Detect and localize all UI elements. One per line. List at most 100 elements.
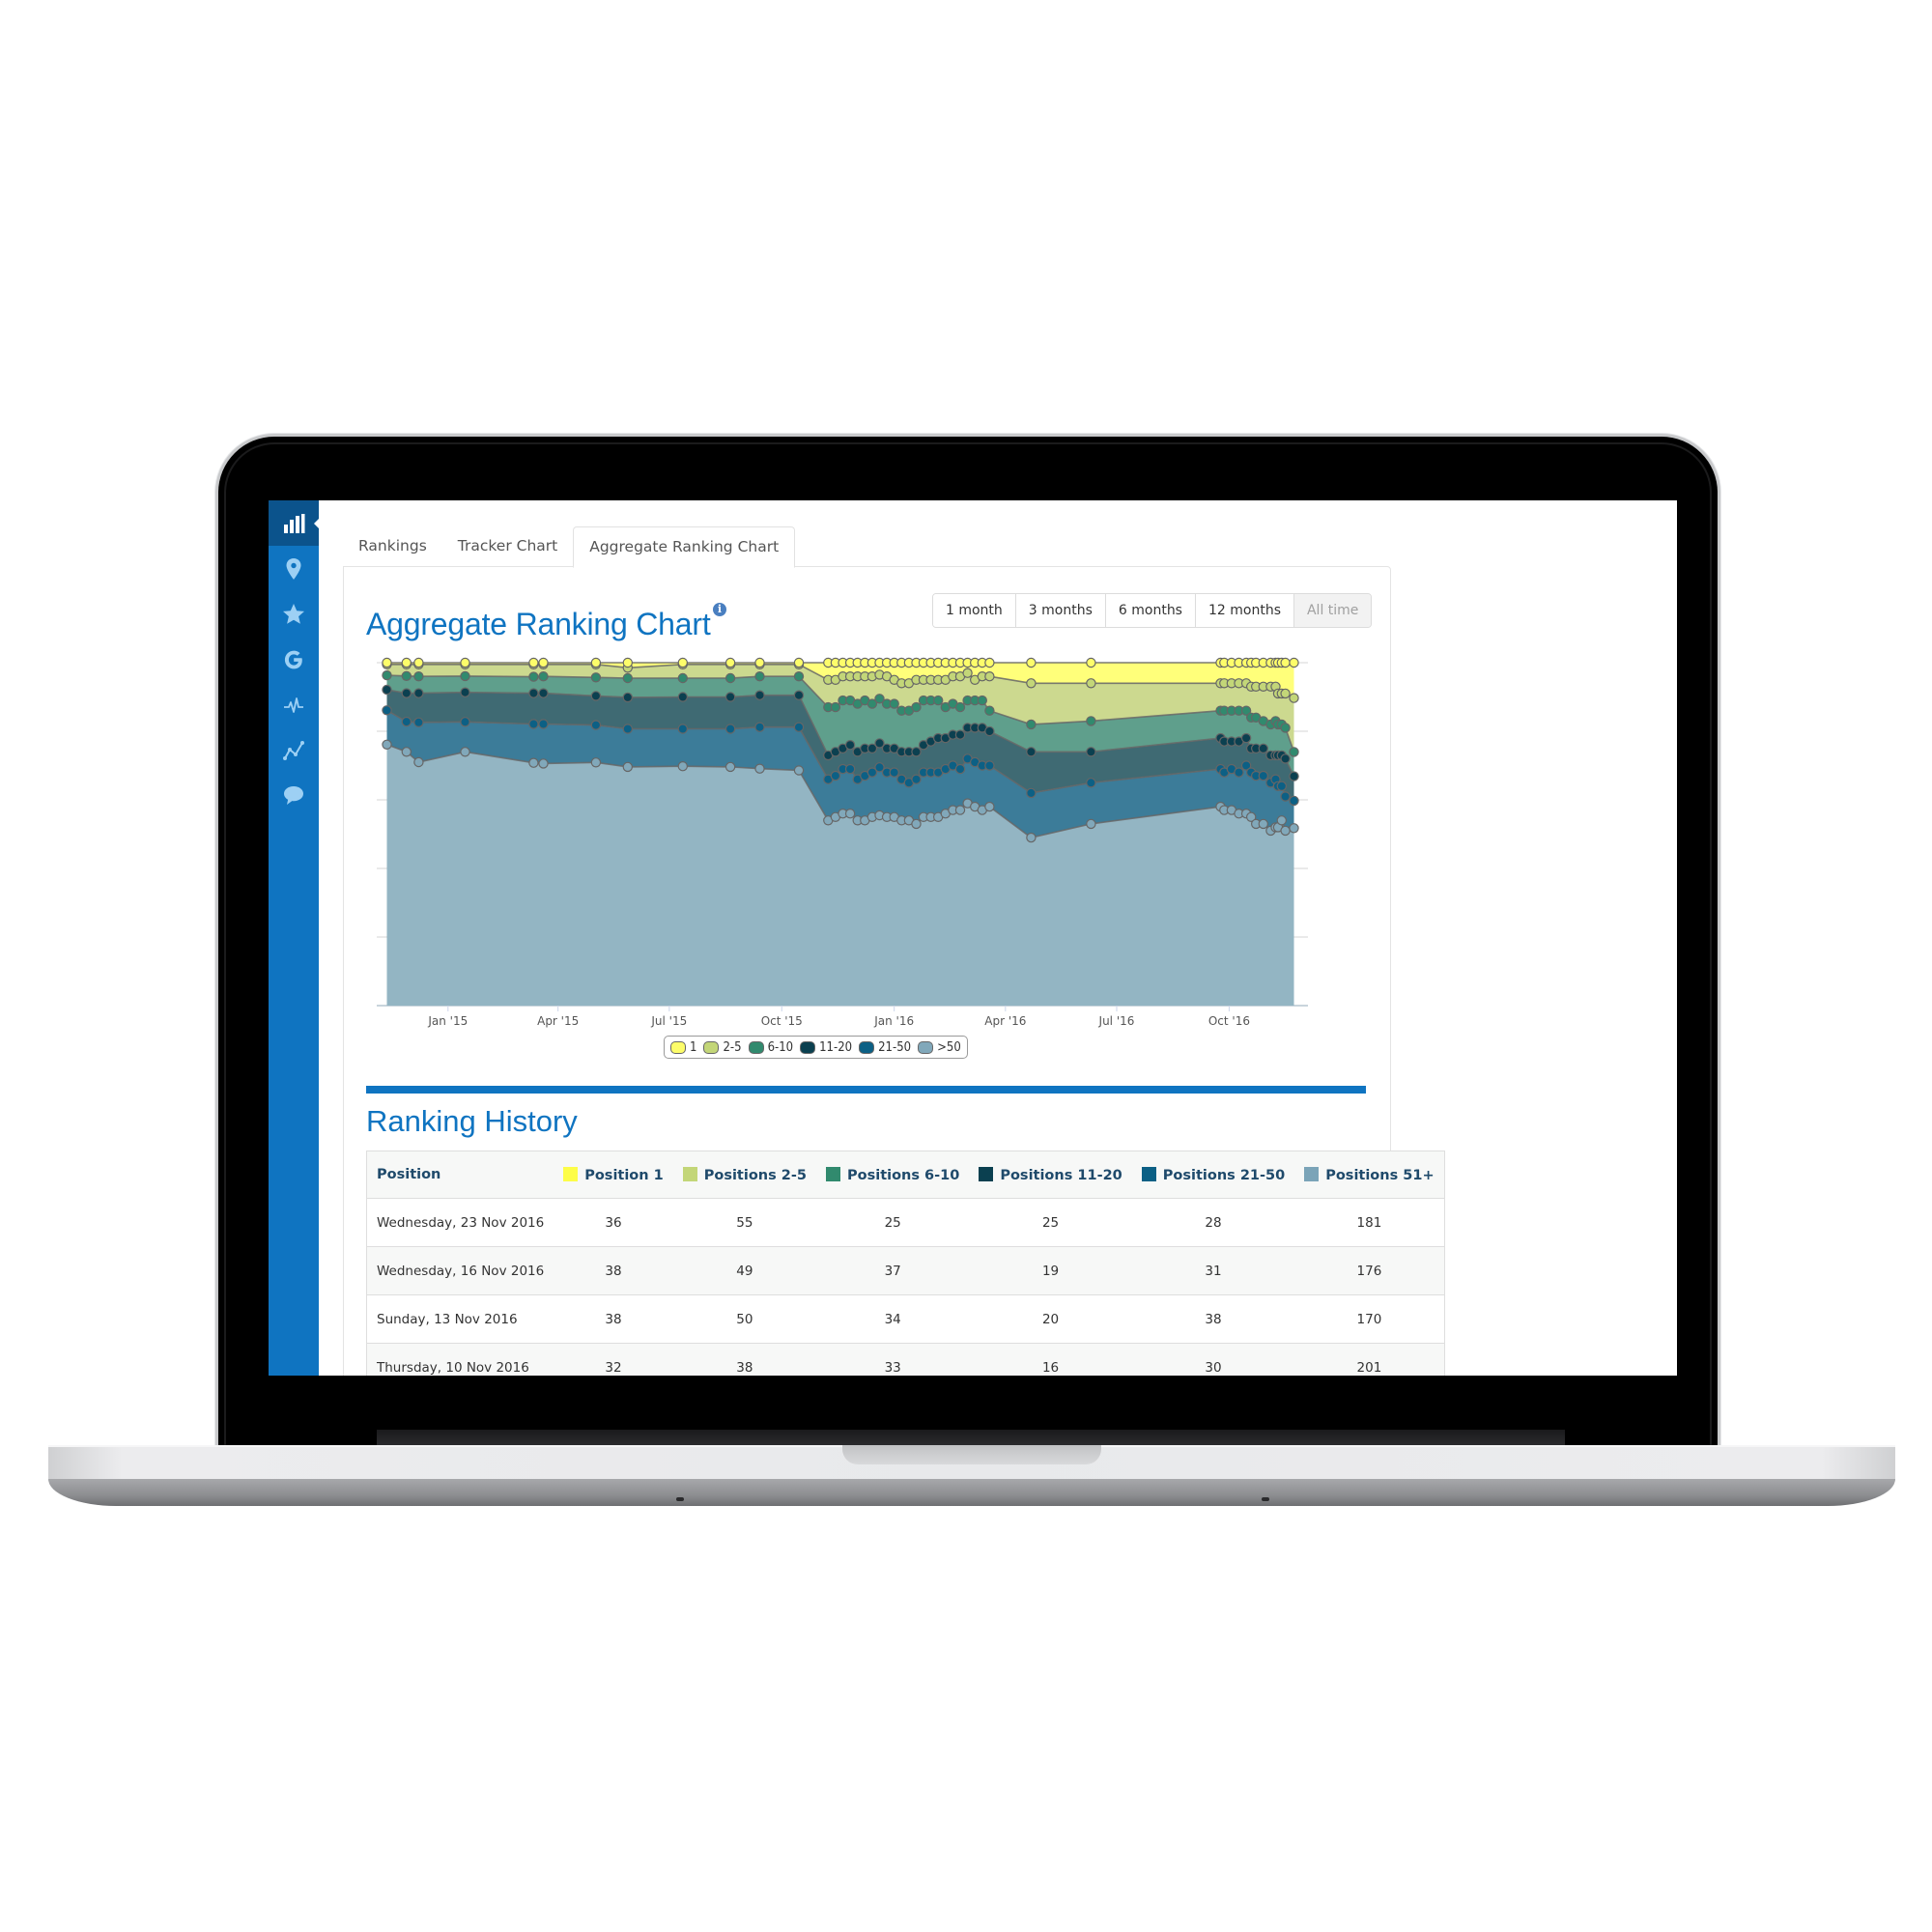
data-point[interactable] (984, 705, 995, 716)
data-point[interactable] (528, 688, 539, 698)
data-point[interactable] (413, 717, 424, 727)
data-point[interactable] (754, 670, 765, 682)
data-point[interactable] (754, 722, 765, 732)
column-header-positions-6-10[interactable]: Positions 6-10 (816, 1151, 970, 1199)
sidebar-item-rankings[interactable] (269, 500, 320, 546)
data-point[interactable] (677, 724, 688, 734)
data-point[interactable] (401, 657, 412, 668)
data-point[interactable] (1026, 832, 1037, 843)
data-point[interactable] (677, 672, 688, 684)
data-point[interactable] (1289, 747, 1299, 757)
tab-aggregate-ranking-chart[interactable]: Aggregate Ranking Chart (573, 526, 796, 568)
data-point[interactable] (954, 701, 966, 713)
data-point[interactable] (590, 691, 602, 701)
data-point[interactable] (1258, 818, 1269, 830)
data-point[interactable] (954, 763, 966, 775)
legend-item-21-50[interactable]: 21-50 (859, 1040, 911, 1055)
data-point[interactable] (538, 657, 549, 668)
data-point[interactable] (1258, 770, 1269, 781)
sidebar-item-activity[interactable] (269, 682, 319, 727)
column-header-positions-2-5[interactable]: Positions 2-5 (672, 1151, 816, 1199)
data-point[interactable] (1086, 778, 1096, 788)
data-point[interactable] (1086, 657, 1096, 668)
data-point[interactable] (1280, 688, 1291, 699)
data-point[interactable] (724, 692, 736, 702)
data-point[interactable] (984, 670, 995, 682)
data-point[interactable] (1234, 767, 1244, 778)
data-point[interactable] (1280, 753, 1291, 764)
data-point[interactable] (793, 722, 805, 732)
data-point[interactable] (754, 690, 765, 700)
data-point[interactable] (413, 688, 424, 698)
data-point[interactable] (382, 739, 392, 750)
sidebar-item-locations[interactable] (269, 546, 319, 591)
column-header-position[interactable]: Position (366, 1151, 554, 1199)
data-point[interactable] (538, 670, 549, 682)
data-point[interactable] (538, 758, 549, 769)
data-point[interactable] (382, 657, 392, 668)
data-point[interactable] (1026, 719, 1037, 730)
data-point[interactable] (830, 770, 841, 781)
data-point[interactable] (528, 671, 539, 682)
data-point[interactable] (677, 657, 688, 668)
data-point[interactable] (830, 701, 841, 713)
legend-item-11-20[interactable]: 11-20 (800, 1040, 852, 1055)
data-point[interactable] (528, 657, 539, 668)
data-point[interactable] (1240, 732, 1252, 744)
data-point[interactable] (911, 818, 922, 830)
data-point[interactable] (724, 761, 736, 773)
range-12-months-button[interactable]: 12 months (1195, 594, 1294, 627)
tab-rankings[interactable]: Rankings (343, 526, 442, 566)
range-3-months-button[interactable]: 3 months (1015, 594, 1106, 627)
data-point[interactable] (590, 757, 602, 768)
data-point[interactable] (844, 739, 856, 751)
data-point[interactable] (754, 763, 765, 774)
data-point[interactable] (793, 765, 805, 776)
data-point[interactable] (538, 688, 549, 698)
data-point[interactable] (1289, 771, 1299, 781)
data-point[interactable] (413, 670, 424, 682)
data-point[interactable] (1289, 657, 1299, 668)
data-point[interactable] (538, 719, 549, 729)
sidebar-item-reviews[interactable] (269, 591, 319, 637)
data-point[interactable] (1086, 678, 1096, 689)
data-point[interactable] (413, 657, 424, 668)
data-point[interactable] (911, 774, 922, 784)
column-header-positions-51-plus[interactable]: Positions 51+ (1294, 1151, 1445, 1199)
data-point[interactable] (622, 761, 633, 773)
data-point[interactable] (1280, 825, 1291, 837)
data-point[interactable] (1280, 723, 1291, 733)
data-point[interactable] (590, 657, 602, 668)
data-point[interactable] (622, 692, 633, 703)
data-point[interactable] (622, 724, 633, 734)
data-point[interactable] (382, 684, 392, 696)
data-point[interactable] (889, 767, 899, 778)
data-point[interactable] (413, 756, 424, 768)
data-point[interactable] (528, 757, 539, 768)
data-point[interactable] (984, 801, 995, 812)
range-1-month-button[interactable]: 1 month (933, 594, 1016, 627)
data-point[interactable] (1026, 657, 1037, 668)
data-point[interactable] (382, 705, 392, 716)
data-point[interactable] (677, 761, 688, 772)
data-point[interactable] (933, 695, 944, 706)
info-icon[interactable]: i (713, 603, 726, 616)
data-point[interactable] (460, 687, 470, 697)
data-point[interactable] (1258, 743, 1269, 753)
data-point[interactable] (677, 692, 688, 702)
data-point[interactable] (1289, 823, 1299, 834)
column-header-positions-11-20[interactable]: Positions 11-20 (969, 1151, 1132, 1199)
legend-item-over-50[interactable]: >50 (918, 1040, 961, 1055)
data-point[interactable] (1280, 657, 1291, 668)
data-point[interactable] (793, 690, 805, 700)
data-point[interactable] (889, 698, 899, 709)
data-point[interactable] (724, 724, 736, 734)
data-point[interactable] (1276, 815, 1288, 826)
data-point[interactable] (911, 747, 922, 757)
data-point[interactable] (460, 657, 470, 668)
legend-item-2-5[interactable]: 2-5 (703, 1040, 742, 1055)
data-point[interactable] (984, 725, 995, 737)
data-point[interactable] (724, 672, 736, 684)
legend-item-6-10[interactable]: 6-10 (748, 1040, 793, 1055)
data-point[interactable] (401, 670, 412, 681)
